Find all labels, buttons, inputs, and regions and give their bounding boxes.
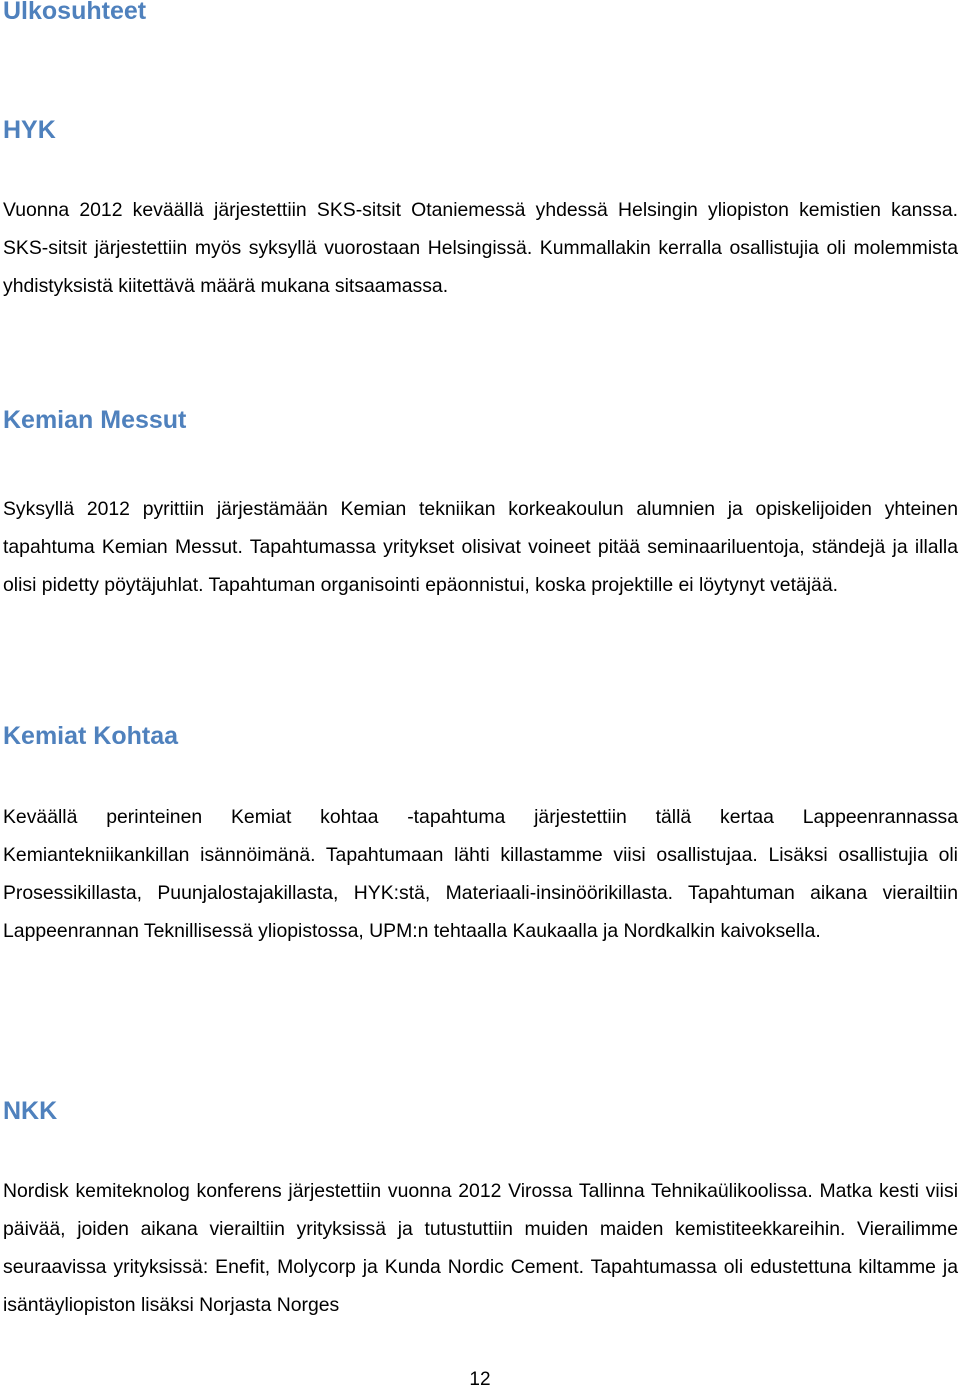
section-paragraph: Keväällä perinteinen Kemiat kohtaa -tapa… bbox=[3, 806, 958, 942]
section-paragraph: Syksyllä 2012 pyrittiin järjestämään Kem… bbox=[3, 498, 958, 596]
section-heading: Kemiat Kohtaa bbox=[3, 722, 179, 750]
section-heading: HYK bbox=[3, 116, 56, 144]
section-heading: Kemian Messut bbox=[3, 406, 187, 434]
page-number: 12 bbox=[469, 1369, 491, 1390]
section-paragraph: Nordisk kemiteknolog konferens järjestet… bbox=[3, 1180, 958, 1316]
page-title: Ulkosuhteet bbox=[3, 0, 147, 25]
section-heading: NKK bbox=[3, 1097, 58, 1125]
section-paragraph: Vuonna 2012 keväällä järjestettiin SKS-s… bbox=[3, 199, 958, 297]
